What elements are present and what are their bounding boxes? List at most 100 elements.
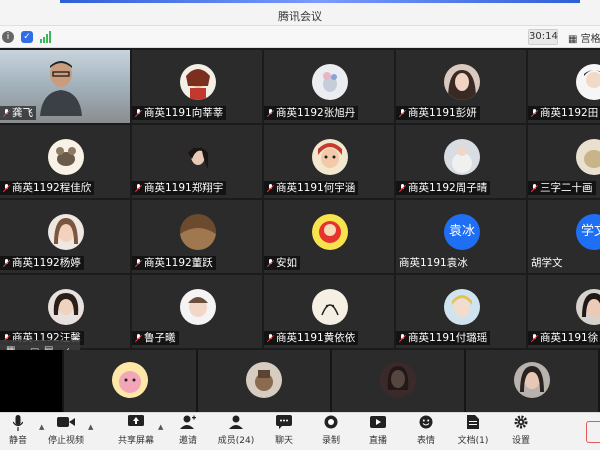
participant-name: 商英1192董跃 [132, 256, 216, 270]
participant-text-avatar: 袁冰 [444, 214, 480, 250]
participant-name: 商英1191徐 [528, 331, 600, 345]
participant-name: 三字二十画 [528, 181, 596, 195]
empty-slot [0, 350, 62, 412]
participant-tile[interactable]: 安如 [264, 200, 394, 273]
emoji-icon [400, 415, 452, 435]
participant-grid: 龚飞 商英1191向莘莘 商英1192张旭丹 商英1191彭妍 商英1192田 [0, 48, 600, 350]
participant-avatar [312, 289, 348, 325]
participant-name: 商英1191黄依依 [264, 331, 359, 345]
participant-tile[interactable]: 商英1191彭妍 [396, 50, 526, 123]
participant-tile[interactable]: 龚飞 [0, 50, 130, 123]
participant-tile[interactable]: 商英1192周子晴 [396, 125, 526, 198]
participant-name: 商英1191付璐瑶 [396, 331, 491, 345]
participant-avatar [514, 362, 550, 398]
participant-avatar [444, 289, 480, 325]
participant-name: 商英1192杨婷 [0, 256, 84, 270]
share-screen-icon [110, 415, 162, 435]
meeting-info-bar: i ✓ 30:14 ▦ 宫格 [0, 26, 600, 48]
participant-video [40, 61, 82, 116]
gallery-view-button[interactable]: ▦ 宫格 [568, 30, 600, 45]
video-options-caret[interactable]: ▲ [88, 423, 93, 431]
live-button[interactable]: 直播 [352, 415, 404, 447]
participant-name: 胡学文 [531, 257, 563, 269]
mic-icon [0, 415, 44, 435]
live-icon [352, 415, 404, 435]
participant-tile[interactable]: 商英1191郑翔宇 [132, 125, 262, 198]
gallery-view-label: 宫格 [580, 34, 600, 45]
documents-button[interactable]: 文档(1) [447, 415, 499, 447]
participant-avatar [312, 214, 348, 250]
participant-name: 商英1192张旭丹 [264, 106, 359, 120]
participant-tile[interactable]: 三字二十画 [528, 125, 600, 198]
participant-tile[interactable]: 商英1192汪馨 [0, 275, 130, 348]
chat-button[interactable]: 聊天 [258, 415, 310, 447]
grid-icon: ▦ [568, 34, 578, 45]
participant-tile[interactable]: 商英1192田 [528, 50, 600, 123]
title-bar: 腾讯会议 [0, 0, 600, 26]
participant-tile[interactable]: 袁冰 商英1191袁冰 [396, 200, 526, 273]
participant-tile[interactable]: 商英1191徐 [528, 275, 600, 348]
participant-name: 商英1192田 [528, 106, 600, 120]
meeting-window: 腾讯会议 i ✓ 30:14 ▦ 宫格 龚飞 商英1191向莘莘 商英1192张… [0, 0, 600, 450]
participant-name: 商英1191郑翔宇 [132, 181, 227, 195]
settings-button[interactable]: 设置 [495, 415, 547, 447]
invite-button[interactable]: 邀请 [162, 415, 214, 447]
participant-text-avatar: 学文 [576, 214, 600, 250]
participant-tile[interactable]: 鲁子曦 [132, 275, 262, 348]
participant-tile[interactable]: 商英1192张旭丹 [264, 50, 394, 123]
participant-name: 商英1192程佳欣 [0, 181, 95, 195]
stop-video-button[interactable]: 停止视频 [40, 415, 92, 447]
info-icon[interactable]: i [2, 31, 14, 43]
participant-avatar [112, 362, 148, 398]
participant-avatar [246, 362, 282, 398]
participant-tile[interactable]: 商英1191付璐瑶 [396, 275, 526, 348]
signal-icon[interactable] [40, 31, 52, 43]
mute-button[interactable]: 静音 [0, 415, 44, 447]
chat-icon [258, 415, 310, 435]
participant-tile[interactable]: 商英1191何宇涵 [264, 125, 394, 198]
members-button[interactable]: 成员(24) [210, 415, 262, 447]
video-icon [40, 415, 92, 435]
participant-name: 商英1191袁冰 [399, 257, 468, 269]
record-icon [305, 415, 357, 435]
participant-avatar [444, 139, 480, 175]
participant-tile[interactable] [64, 350, 196, 412]
meeting-timer: 30:14 [528, 29, 558, 45]
participant-avatar [576, 64, 600, 100]
participant-tile[interactable]: 商英1192董跃 [132, 200, 262, 273]
participant-avatar [380, 362, 416, 398]
participant-avatar [180, 64, 216, 100]
participant-strip [0, 350, 600, 412]
participant-avatar [48, 214, 84, 250]
participant-tile[interactable]: 商英1192程佳欣 [0, 125, 130, 198]
document-icon [447, 415, 499, 435]
participant-name: 商英1192周子晴 [396, 181, 491, 195]
end-meeting-button[interactable] [586, 421, 600, 443]
participant-name: 龚飞 [0, 106, 36, 120]
participant-avatar [180, 289, 216, 325]
members-icon [210, 415, 262, 435]
participant-avatar [48, 139, 84, 175]
participant-avatar [444, 64, 480, 100]
participant-tile[interactable]: 商英1191黄依依 [264, 275, 394, 348]
gear-icon [495, 415, 547, 435]
invite-icon [162, 415, 214, 435]
emoji-button[interactable]: 表情 [400, 415, 452, 447]
participant-avatar [48, 289, 84, 325]
participant-tile[interactable] [466, 350, 598, 412]
record-button[interactable]: 录制 [305, 415, 357, 447]
participant-avatar [312, 64, 348, 100]
shield-icon[interactable]: ✓ [21, 31, 33, 43]
participant-name: 商英1191彭妍 [396, 106, 480, 120]
participant-name: 商英1191何宇涵 [264, 181, 359, 195]
participant-avatar [576, 289, 600, 325]
participant-tile[interactable] [198, 350, 330, 412]
participant-name: 安如 [264, 256, 300, 270]
title-accent-strip [60, 0, 580, 3]
participant-tile[interactable] [332, 350, 464, 412]
participant-name: 商英1191向莘莘 [132, 106, 227, 120]
participant-tile[interactable]: 商英1192杨婷 [0, 200, 130, 273]
participant-tile[interactable]: 商英1191向莘莘 [132, 50, 262, 123]
participant-tile[interactable]: 学文 胡学文 [528, 200, 600, 273]
share-screen-button[interactable]: 共享屏幕 [110, 415, 162, 447]
